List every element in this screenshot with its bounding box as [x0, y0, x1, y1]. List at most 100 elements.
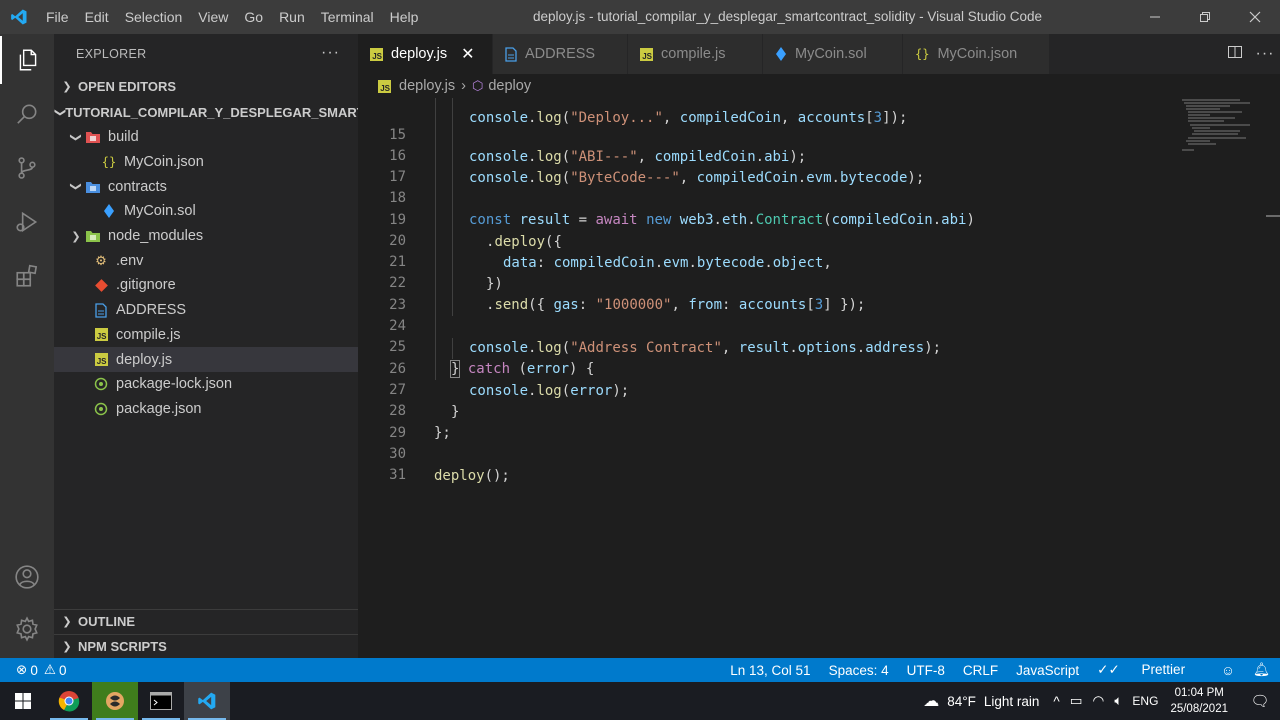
terminal-app-icon[interactable] [138, 682, 184, 720]
menu-file[interactable]: File [38, 0, 77, 34]
clock-date: 25/08/2021 [1170, 703, 1228, 715]
status-bar: ⊗ 0 ⚠ 0 Ln 13, Col 51 Spaces: 4 UTF-8 CR… [0, 658, 1280, 682]
breadcrumb-file[interactable]: deploy.js [399, 78, 455, 94]
menu-bar: File Edit Selection View Go Run Terminal… [38, 0, 426, 34]
js-file-icon: JS [640, 47, 653, 61]
tree-item-env[interactable]: ⚙ .env [54, 248, 358, 273]
windows-start-icon[interactable] [0, 682, 46, 720]
explorer-icon[interactable] [0, 36, 54, 84]
notifications-bell-icon[interactable]: 🔔︎ [1253, 662, 1270, 678]
line-ending[interactable]: CRLF [963, 663, 998, 678]
code-line: 27 } [389, 382, 460, 420]
editor-tabs: JS deploy.js ✕ ADDRESS JS compile.js MyC… [358, 34, 1280, 74]
battery-icon[interactable]: ▭ [1070, 693, 1083, 709]
tab-address[interactable]: ADDRESS [493, 34, 628, 74]
tree-item-build[interactable]: ❯ build [54, 125, 358, 150]
account-icon[interactable] [0, 553, 54, 601]
more-actions-icon[interactable]: ··· [321, 44, 340, 62]
tree-item-mycoin-json[interactable]: {} MyCoin.json [54, 150, 358, 175]
more-actions-icon[interactable]: ··· [1250, 45, 1280, 63]
outline-section[interactable]: ❯ OUTLINE [54, 609, 358, 633]
indent-guide [435, 98, 436, 380]
breadcrumb-symbol[interactable]: deploy [488, 78, 531, 94]
source-control-icon[interactable] [0, 144, 54, 192]
menu-help[interactable]: Help [382, 0, 427, 34]
code-line: 26 console.log(error); [389, 361, 630, 399]
error-count: 0 [30, 662, 38, 678]
tree-item-package-json[interactable]: package.json [54, 397, 358, 422]
tree-item-label: MyCoin.sol [124, 203, 196, 220]
tree-item-node-modules[interactable]: ❯ node_modules [54, 224, 358, 249]
indent-guide [452, 98, 453, 316]
split-editor-icon[interactable] [1220, 44, 1250, 65]
menu-run[interactable]: Run [271, 0, 313, 34]
encoding[interactable]: UTF-8 [907, 663, 945, 678]
vscode-app-icon[interactable] [184, 682, 230, 720]
tree-item-package-lock-json[interactable]: package-lock.json [54, 372, 358, 397]
menu-view[interactable]: View [190, 0, 236, 34]
code-line: 19 .deploy({ [389, 212, 562, 250]
folder-red-icon [84, 129, 102, 145]
search-icon[interactable] [0, 90, 54, 138]
code-line: 16 console.log("ByteCode---", compiledCo… [389, 148, 925, 186]
volume-icon[interactable]: 🔈︎ [1114, 693, 1122, 709]
chrome-app-icon[interactable] [46, 682, 92, 720]
windows-taskbar: ☁ 84°F Light rain ^ ▭ ◠ 🔈︎ ENG 01:04 PM … [0, 682, 1280, 720]
npm-scripts-label: NPM SCRIPTS [78, 639, 167, 654]
tab-mycoin-json[interactable]: {} MyCoin.json [903, 34, 1050, 74]
close-window-button[interactable] [1230, 0, 1280, 34]
vscode-logo-icon [0, 0, 38, 34]
prettier-label: Prettier [1141, 662, 1186, 677]
tree-item-label: package.json [116, 400, 202, 417]
code-editor[interactable]: console.log("Deploy...", compiledCoin, a… [358, 98, 1280, 658]
minimize-button[interactable] [1130, 0, 1180, 34]
text-file-icon [92, 302, 110, 318]
input-language[interactable]: ENG [1132, 694, 1158, 708]
scrollbar[interactable] [1266, 215, 1280, 217]
code-line: 28 }; [389, 403, 451, 441]
minimap[interactable] [1180, 98, 1266, 158]
weather-description[interactable]: Light rain [984, 694, 1040, 709]
wifi-icon[interactable]: ◠ [1093, 693, 1105, 709]
open-editors-section[interactable]: ❯ OPEN EDITORS [54, 74, 358, 99]
code-line: 20 data: compiledCoin.evm.bytecode.objec… [389, 233, 832, 271]
explorer-title: EXPLORER [76, 47, 147, 61]
weather-temperature[interactable]: 84°F [947, 694, 976, 709]
clock-time: 01:04 PM [1174, 687, 1224, 699]
clock[interactable]: 01:04 PM 25/08/2021 [1170, 685, 1228, 717]
text-file-icon [505, 46, 517, 62]
settings-gear-icon[interactable] [0, 605, 54, 653]
tab-mycoin-sol[interactable]: MyCoin.sol [763, 34, 903, 74]
extensions-icon[interactable] [0, 252, 54, 300]
restore-button[interactable] [1180, 0, 1230, 34]
run-debug-icon[interactable] [0, 198, 54, 246]
tab-compile-js[interactable]: JS compile.js [628, 34, 763, 74]
ganache-app-icon[interactable] [92, 682, 138, 720]
tree-item-contracts[interactable]: ❯ contracts [54, 174, 358, 199]
close-tab-icon[interactable]: ✕ [461, 44, 474, 64]
cursor-position[interactable]: Ln 13, Col 51 [730, 663, 810, 678]
prettier-status[interactable]: ✓✓ Prettier [1097, 662, 1203, 678]
indentation[interactable]: Spaces: 4 [829, 663, 889, 678]
language-mode[interactable]: JavaScript [1016, 663, 1079, 678]
menu-selection[interactable]: Selection [117, 0, 191, 34]
code-line: 29 [389, 425, 406, 442]
notifications-icon[interactable]: 🗨︎ [1240, 692, 1280, 710]
window-title: deploy.js - tutorial_compilar_y_desplega… [533, 9, 1043, 24]
menu-go[interactable]: Go [236, 0, 271, 34]
chevron-up-icon[interactable]: ^ [1053, 694, 1059, 709]
js-file-icon: JS [92, 352, 110, 368]
feedback-icon[interactable]: ☺ [1221, 663, 1235, 678]
tree-item-gitignore[interactable]: .gitignore [54, 273, 358, 298]
tree-item-deploy-js[interactable]: JS deploy.js [54, 347, 358, 372]
project-folder-section[interactable]: ❯ TUTORIAL_COMPILAR_Y_DESPLEGAR_SMARTC..… [54, 100, 385, 125]
npm-scripts-section[interactable]: ❯ NPM SCRIPTS [54, 634, 358, 658]
tree-item-address[interactable]: ADDRESS [54, 298, 358, 323]
menu-terminal[interactable]: Terminal [313, 0, 382, 34]
tree-item-compile-js[interactable]: JS compile.js [54, 323, 358, 348]
problems-indicator[interactable]: ⊗ 0 ⚠ 0 [0, 662, 66, 678]
tab-deploy-js[interactable]: JS deploy.js ✕ [358, 34, 493, 74]
menu-edit[interactable]: Edit [77, 0, 117, 34]
tree-item-mycoin-sol[interactable]: MyCoin.sol [54, 199, 358, 224]
weather-cloud-icon[interactable]: ☁ [923, 691, 939, 711]
